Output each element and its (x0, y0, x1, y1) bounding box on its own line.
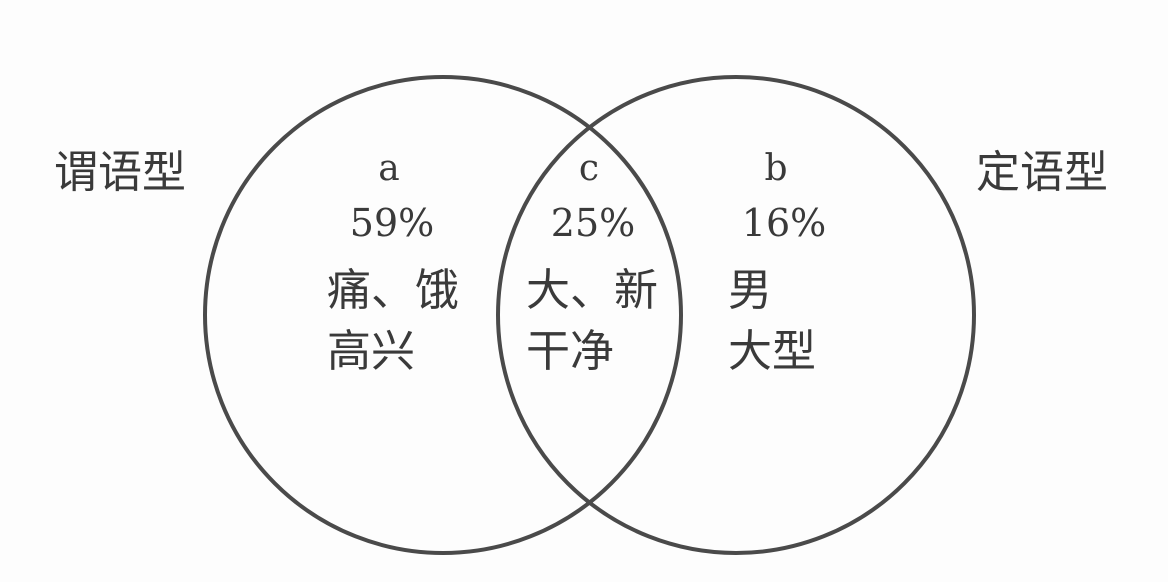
region-a-words-line1: 痛、饿 (327, 265, 459, 316)
region-c-letter: c (579, 148, 599, 189)
region-b: b 16% 男 大型 (728, 148, 826, 377)
venn-diagram: 谓语型 定语型 a 59% 痛、饿 高兴 c 25% 大、新 干净 b 16% … (54, 75, 1108, 555)
region-a-words-line2: 高兴 (327, 326, 415, 377)
region-c-words-line2: 干净 (526, 326, 614, 377)
region-a-letter: a (378, 148, 399, 189)
region-b-words-line1: 男 (728, 265, 772, 316)
region-c-words-line1: 大、新 (526, 265, 658, 316)
region-b-percent: 16% (742, 201, 826, 245)
right-set-label: 定语型 (976, 147, 1108, 198)
region-a: a 59% 痛、饿 高兴 (327, 148, 459, 377)
region-b-words-line2: 大型 (728, 326, 816, 377)
left-set-label: 谓语型 (54, 147, 186, 198)
region-a-percent: 59% (350, 201, 434, 245)
region-b-letter: b (764, 148, 787, 189)
region-c-percent: 25% (551, 201, 635, 245)
